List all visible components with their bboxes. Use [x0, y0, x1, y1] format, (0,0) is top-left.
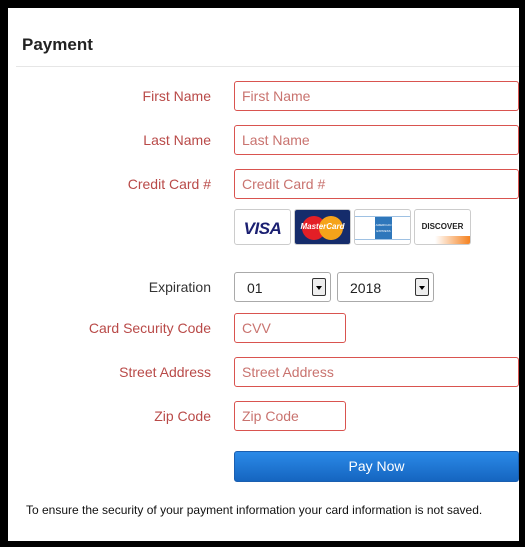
- visa-icon: VISA: [234, 209, 291, 245]
- page-title: Payment: [22, 35, 93, 54]
- street-row: Street Address: [8, 357, 519, 387]
- title-divider: [16, 66, 519, 67]
- last-name-input[interactable]: [234, 125, 519, 155]
- chevron-down-icon[interactable]: [312, 278, 326, 296]
- credit-card-row: Credit Card #: [8, 169, 519, 199]
- street-label: Street Address: [119, 364, 211, 380]
- expiration-year-select[interactable]: 2018: [337, 272, 434, 302]
- cvv-input[interactable]: [234, 313, 346, 343]
- expiration-row: Expiration 01 2018: [8, 272, 519, 302]
- cvv-row: Card Security Code: [8, 313, 519, 343]
- cvv-label: Card Security Code: [88, 320, 211, 336]
- security-note: To ensure the security of your payment i…: [26, 503, 483, 517]
- expiration-month-value: 01: [247, 280, 263, 296]
- amex-logo-text: AMERICAN EXPRESS: [375, 217, 392, 239]
- chevron-down-icon[interactable]: [415, 278, 429, 296]
- first-name-input[interactable]: [234, 81, 519, 111]
- payment-panel: Payment First Name Last Name Credit Card…: [8, 8, 519, 541]
- mastercard-logo-text: MasterCard: [300, 222, 345, 231]
- first-name-row: First Name: [8, 81, 519, 111]
- expiration-month-select[interactable]: 01: [234, 272, 331, 302]
- street-input[interactable]: [234, 357, 519, 387]
- pay-now-button[interactable]: Pay Now: [234, 451, 519, 482]
- zip-input[interactable]: [234, 401, 346, 431]
- credit-card-label: Credit Card #: [127, 176, 211, 192]
- visa-logo-text: VISA: [243, 219, 282, 238]
- credit-card-input[interactable]: [234, 169, 519, 199]
- last-name-row: Last Name: [8, 125, 519, 155]
- mastercard-icon: MasterCard: [294, 209, 351, 245]
- expiration-year-value: 2018: [350, 280, 382, 296]
- zip-label: Zip Code: [154, 408, 211, 424]
- first-name-label: First Name: [142, 88, 211, 104]
- discover-icon: DISCOVER: [414, 209, 471, 245]
- discover-logo-text: DISCOVER: [421, 222, 464, 231]
- last-name-label: Last Name: [143, 132, 211, 148]
- zip-row: Zip Code: [8, 401, 519, 431]
- expiration-label: Expiration: [148, 279, 211, 295]
- amex-icon: AMERICAN EXPRESS: [354, 209, 411, 245]
